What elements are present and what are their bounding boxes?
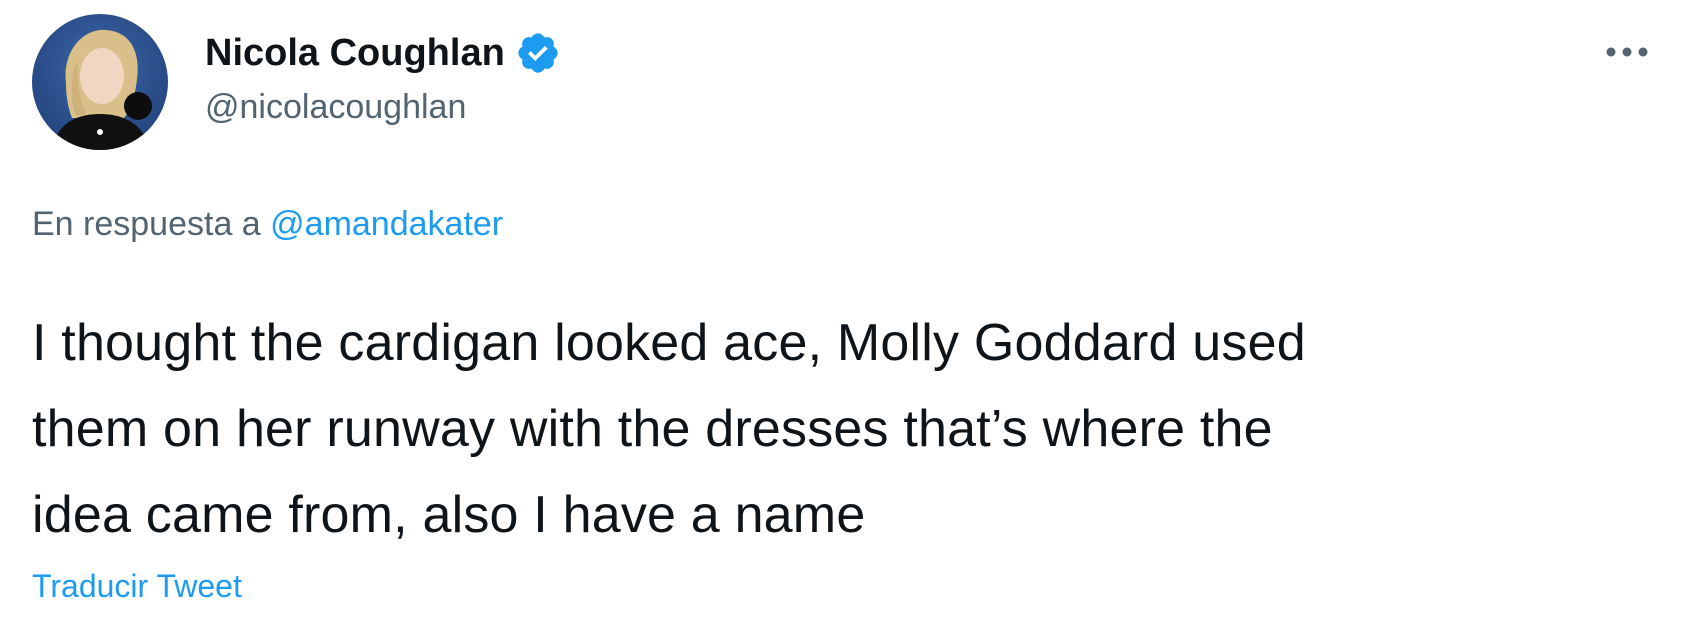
- more-options-button[interactable]: [1600, 30, 1654, 74]
- reply-prefix: En respuesta a: [32, 205, 261, 243]
- more-horizontal-icon: [1606, 47, 1648, 57]
- tweet-text-line: idea came from, also I have a name: [32, 486, 866, 544]
- translate-tweet-link[interactable]: Traducir Tweet: [32, 568, 242, 605]
- reply-context: En respuesta a @amandakater: [32, 205, 503, 244]
- tweet-text-line: them on her runway with the dresses that…: [32, 400, 1273, 458]
- author-name-row: Nicola Coughlan: [205, 28, 561, 78]
- tweet-text-line: I thought the cardigan looked ace, Molly…: [32, 314, 1306, 372]
- tweet-card: Nicola Coughlan @nicolacoughlan En respu…: [0, 0, 1689, 620]
- author-handle[interactable]: @nicolacoughlan: [205, 88, 466, 127]
- author-display-name[interactable]: Nicola Coughlan: [205, 32, 505, 75]
- author-avatar[interactable]: [32, 14, 168, 150]
- verified-badge-icon: [515, 30, 561, 76]
- reply-mention-link[interactable]: @amandakater: [270, 205, 503, 243]
- avatar-photo-icon: [32, 14, 168, 150]
- tweet-text: I thought the cardigan looked ace, Molly…: [32, 300, 1672, 558]
